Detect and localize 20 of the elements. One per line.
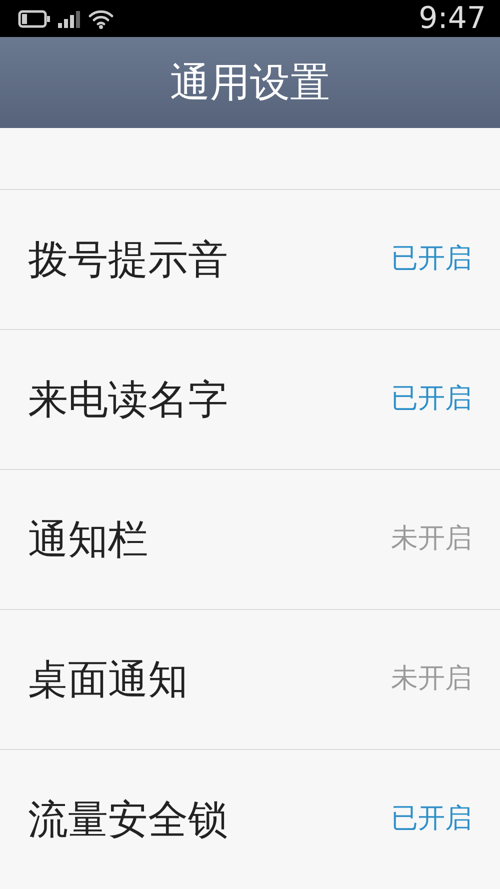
status-text: 已开启	[391, 242, 472, 276]
signal-icon	[58, 10, 80, 28]
setting-row[interactable]: 桌面通知 未开启	[0, 610, 500, 750]
status-text: 未开启	[391, 662, 472, 696]
setting-label: 流量安全锁	[28, 796, 228, 844]
wifi-icon	[88, 8, 114, 28]
clock-time: 9:47	[418, 4, 486, 34]
setting-label: 通知栏	[28, 516, 148, 564]
page-title: 通用设置	[170, 58, 330, 108]
setting-row[interactable]: 流量安全锁 已开启	[0, 750, 500, 889]
setting-label: 拨号提示音	[28, 236, 228, 284]
status-text: 已开启	[391, 802, 472, 836]
status-text: 已开启	[391, 382, 472, 416]
battery-icon	[18, 10, 50, 28]
setting-label: 桌面通知	[28, 656, 188, 704]
setting-row[interactable]: 来电读名字 已开启	[0, 330, 500, 470]
setting-row[interactable]: 通知栏 未开启	[0, 470, 500, 610]
setting-row[interactable]: 拨号提示音 已开启	[0, 190, 500, 330]
setting-label: 来电读名字	[28, 376, 228, 424]
status-text: 未开启	[391, 522, 472, 556]
